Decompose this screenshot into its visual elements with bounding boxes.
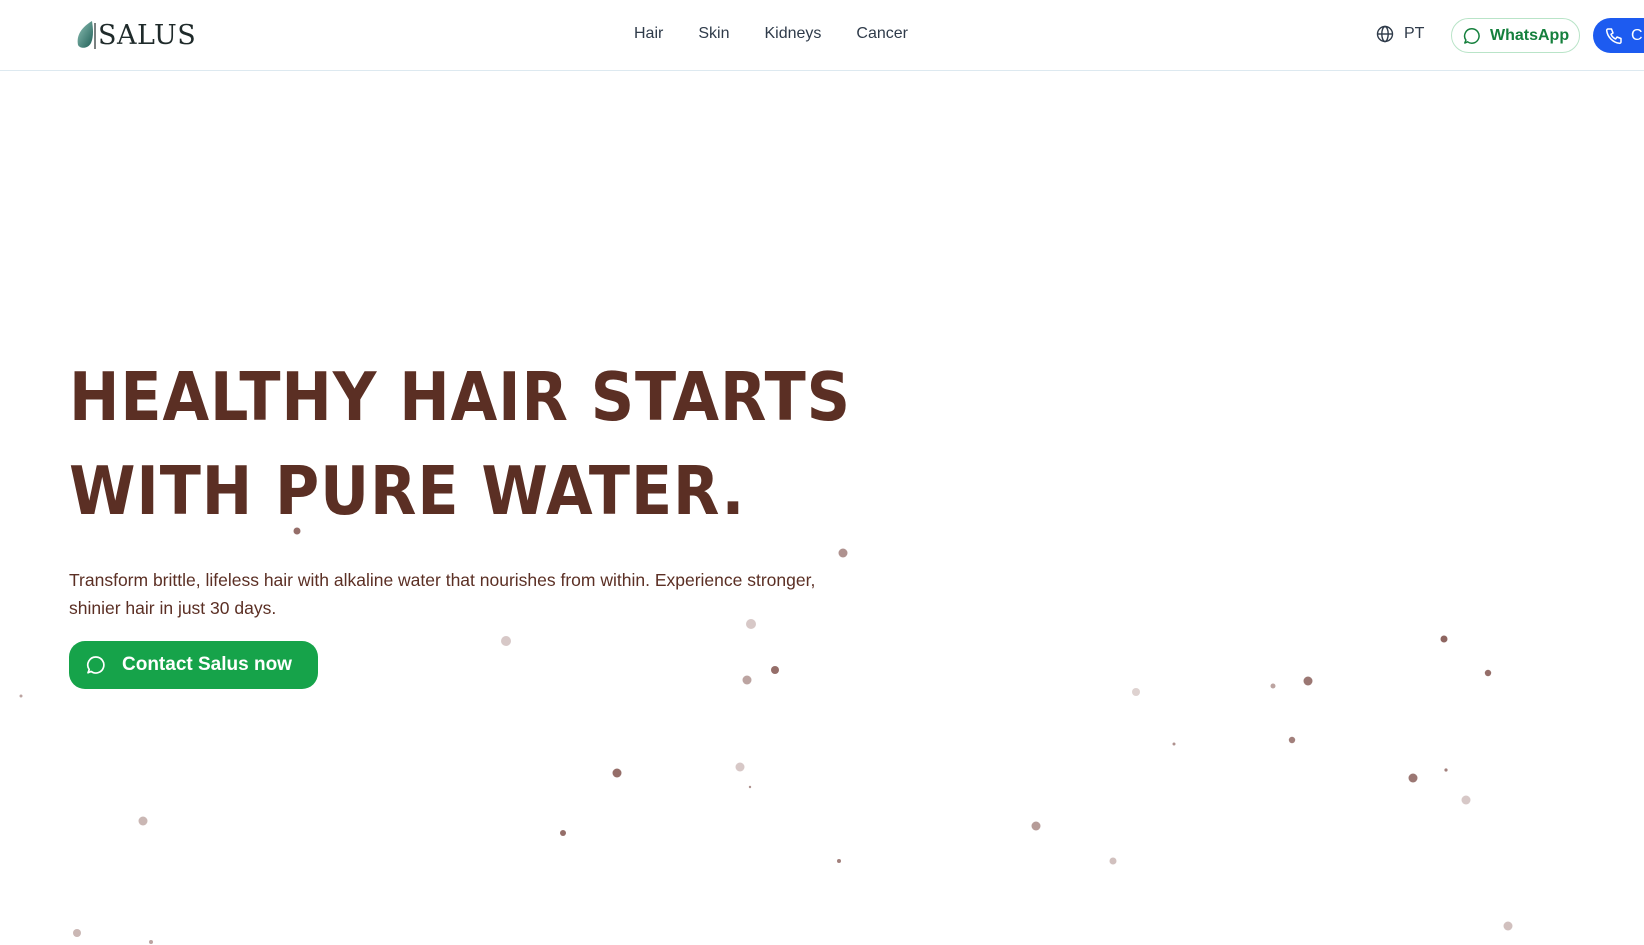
main-nav: Hair Skin Kidneys Cancer: [634, 22, 908, 46]
nav-item-skin[interactable]: Skin: [698, 22, 729, 46]
nav-item-cancer[interactable]: Cancer: [856, 22, 908, 46]
hero-title: HEALTHY HAIR STARTS WITH PURE WATER.: [69, 350, 879, 538]
chat-bubble-icon: [86, 656, 105, 674]
chat-bubble-icon: [1463, 27, 1480, 44]
language-switcher[interactable]: PT: [1376, 22, 1424, 46]
logo-text: SALUS: [98, 19, 197, 51]
whatsapp-button[interactable]: WhatsApp: [1451, 18, 1580, 53]
leaf-logo-icon: [77, 21, 96, 49]
contact-salus-button[interactable]: Contact Salus now: [69, 641, 318, 689]
contact-salus-button-label: Contact Salus now: [122, 654, 292, 675]
nav-item-kidneys[interactable]: Kidneys: [764, 22, 821, 46]
hero-description: Transform brittle, lifeless hair with al…: [69, 570, 816, 618]
site-header: SALUS Hair Skin Kidneys Cancer PT WhatsA…: [0, 0, 1644, 71]
hero-title-line-2: WITH PURE WATER.: [69, 452, 746, 530]
globe-icon: [1376, 25, 1394, 43]
language-label: PT: [1404, 25, 1425, 42]
call-button-label: C: [1631, 26, 1643, 44]
nav-item-hair[interactable]: Hair: [634, 22, 663, 46]
logo[interactable]: SALUS: [74, 18, 196, 52]
hero-title-line-1: HEALTHY HAIR STARTS: [69, 358, 851, 436]
whatsapp-button-label: WhatsApp: [1490, 26, 1570, 44]
phone-icon: [1605, 27, 1622, 44]
call-button[interactable]: C: [1593, 18, 1644, 53]
hero-section: HEALTHY HAIR STARTS WITH PURE WATER. Tra…: [69, 350, 969, 689]
